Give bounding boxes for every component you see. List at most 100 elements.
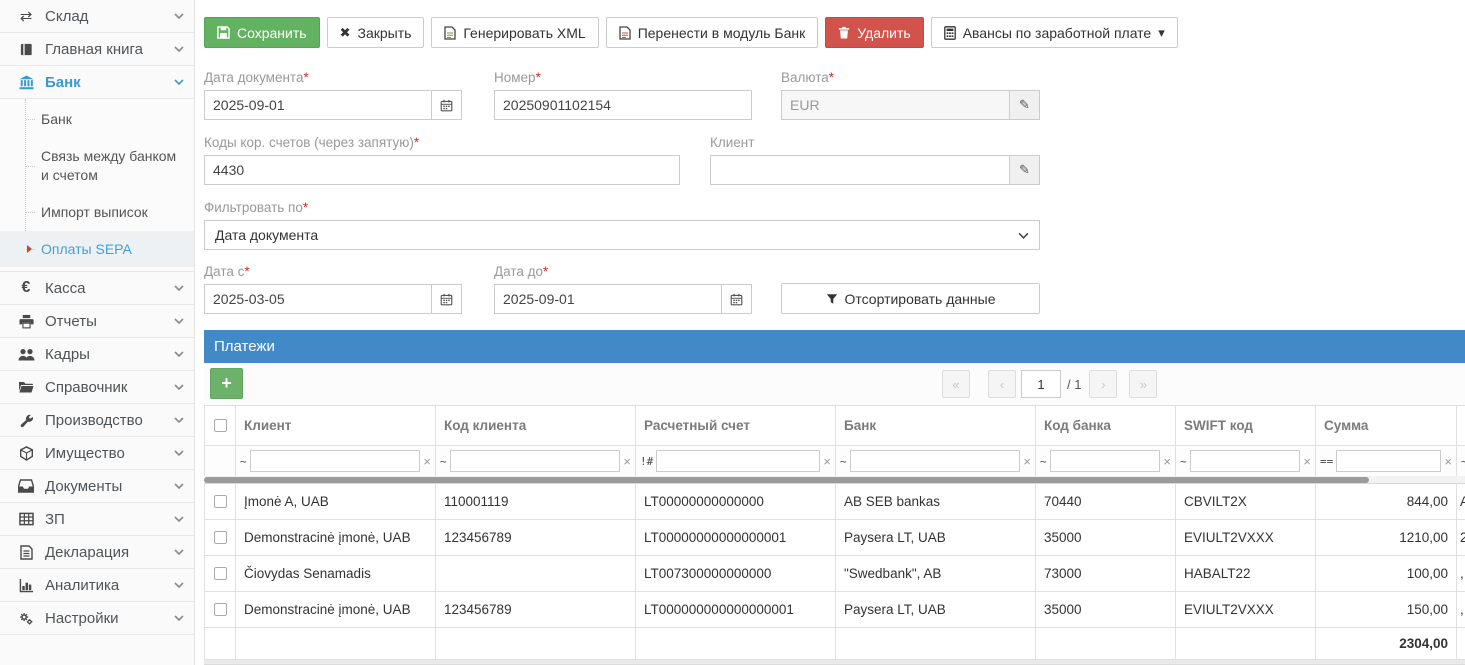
toolbar: Сохранить ✖ Закрыть Генерировать XML Пер…: [204, 17, 1178, 48]
column-header-client[interactable]: Клиент: [236, 405, 436, 446]
scrollbar-thumb[interactable]: [204, 477, 1369, 483]
submenu-item-bank[interactable]: Банк: [0, 101, 194, 138]
chevron-down-icon: [174, 415, 184, 425]
calendar-icon[interactable]: [432, 90, 462, 120]
prev-page-button[interactable]: ‹: [988, 370, 1016, 398]
number-input[interactable]: [494, 90, 752, 120]
sidebar-item-sklad[interactable]: ⇄ Склад: [0, 0, 194, 33]
close-icon: ✖: [340, 26, 351, 39]
table-row[interactable]: Įmonė A, UAB 110001119 LT00000000000000 …: [204, 484, 1465, 520]
filter-operator[interactable]: ~: [1039, 455, 1048, 468]
chevron-down-icon: [174, 382, 184, 392]
submenu-item-svyaz[interactable]: Связь между банком и счетом: [0, 138, 194, 194]
clear-filter-icon[interactable]: ×: [1162, 454, 1172, 469]
calendar-icon[interactable]: [432, 284, 462, 314]
clear-filter-icon[interactable]: ×: [622, 454, 632, 469]
add-payment-button[interactable]: +: [210, 368, 243, 399]
calendar-icon[interactable]: [722, 284, 752, 314]
wrench-icon: [13, 413, 39, 428]
filter-operator[interactable]: !#: [639, 455, 654, 468]
sidebar-item-proizvodstvo[interactable]: Производство: [0, 404, 194, 437]
advances-dropdown-button[interactable]: Авансы по заработной плате ▾: [931, 17, 1178, 48]
sidebar-item-imushchestvo[interactable]: Имущество: [0, 437, 194, 470]
filter-input-bank[interactable]: [850, 450, 1021, 472]
clear-filter-icon[interactable]: ×: [1443, 454, 1453, 469]
sidebar-item-nastroyki[interactable]: Настройки: [0, 602, 194, 635]
bank-submenu: Банк Связь между банком и счетом Импорт …: [0, 99, 194, 272]
table-row[interactable]: Čiovydas Senamadis LT007300000000000 "Sw…: [204, 556, 1465, 592]
corr-codes-input[interactable]: [204, 155, 680, 185]
sidebar-item-otchety[interactable]: Отчеты: [0, 305, 194, 338]
filter-operator[interactable]: ==: [1319, 455, 1334, 468]
filter-operator[interactable]: ~: [439, 455, 448, 468]
next-page-button[interactable]: ›: [1089, 370, 1117, 398]
clear-filter-icon[interactable]: ×: [1022, 454, 1032, 469]
select-all-checkbox[interactable]: [214, 419, 227, 432]
filter-operator[interactable]: ~: [1460, 455, 1465, 468]
first-page-button[interactable]: «: [942, 370, 970, 398]
date-to-input[interactable]: [494, 284, 722, 314]
filter-input-swift[interactable]: [1190, 450, 1301, 472]
pencil-icon[interactable]: ✎: [1010, 155, 1040, 185]
sidebar-item-zp[interactable]: ЗП: [0, 503, 194, 536]
sidebar-item-spravochnik[interactable]: Справочник: [0, 371, 194, 404]
filter-operator[interactable]: ~: [839, 455, 848, 468]
clear-filter-icon[interactable]: ×: [1302, 454, 1312, 469]
payments-table: Клиент Код клиента Расчетный счет Банк К…: [204, 405, 1465, 665]
submenu-item-import-vypisok[interactable]: Импорт выписок: [0, 194, 194, 231]
doc-date-input[interactable]: [204, 90, 432, 120]
filter-input-amount[interactable]: [1336, 450, 1441, 472]
horizontal-scrollbar[interactable]: [204, 476, 1465, 484]
doc-date-field: Дата документа*: [204, 70, 462, 120]
sort-data-button[interactable]: Отсортировать данные: [781, 283, 1040, 314]
table-row[interactable]: Demonstracinė įmonė, UAB 123456789 LT000…: [204, 592, 1465, 628]
page-number-input[interactable]: [1021, 370, 1061, 398]
file-icon: [444, 26, 456, 40]
save-button[interactable]: Сохранить: [204, 17, 320, 48]
required-asterisk: *: [543, 264, 548, 279]
cell-swift: HABALT22: [1176, 556, 1316, 592]
column-header-swift[interactable]: SWIFT код: [1176, 405, 1316, 446]
column-header-amount[interactable]: Сумма: [1316, 405, 1457, 446]
generate-xml-button[interactable]: Генерировать XML: [431, 17, 598, 48]
sidebar-item-glavnaya-kniga[interactable]: Главная книга: [0, 33, 194, 66]
cell-client-code: [436, 556, 636, 592]
cell-account: LT007300000000000: [636, 556, 836, 592]
clear-filter-icon[interactable]: ×: [422, 454, 432, 469]
filter-input-client-code[interactable]: [450, 450, 621, 472]
euro-icon: €: [13, 279, 39, 297]
row-checkbox[interactable]: [214, 567, 227, 580]
filter-input-bank-code[interactable]: [1050, 450, 1161, 472]
client-input[interactable]: [710, 155, 1010, 185]
filter-operator[interactable]: ~: [1179, 455, 1188, 468]
row-checkbox[interactable]: [214, 495, 227, 508]
sidebar-item-dokumenty[interactable]: Документы: [0, 470, 194, 503]
filter-input-client[interactable]: [250, 450, 421, 472]
chevron-down-icon: [174, 613, 184, 623]
table-row[interactable]: Demonstracinė įmonė, UAB 123456789 LT000…: [204, 520, 1465, 556]
sidebar-item-kassa[interactable]: € Касса: [0, 272, 194, 305]
filter-by-select[interactable]: Дата документа: [204, 220, 1040, 250]
sidebar-item-deklaraciya[interactable]: Декларация: [0, 536, 194, 569]
sidebar-item-bank[interactable]: Банк: [0, 66, 194, 99]
pencil-icon[interactable]: ✎: [1010, 90, 1040, 120]
column-header-client-code[interactable]: Код клиента: [436, 405, 636, 446]
filter-operator[interactable]: ~: [239, 455, 248, 468]
date-from-input[interactable]: [204, 284, 432, 314]
column-header-account[interactable]: Расчетный счет: [636, 405, 836, 446]
row-checkbox[interactable]: [214, 531, 227, 544]
sidebar-item-kadry[interactable]: Кадры: [0, 338, 194, 371]
clear-filter-icon[interactable]: ×: [822, 454, 832, 469]
transfer-to-bank-button[interactable]: Перенести в модуль Банк: [606, 17, 819, 48]
close-button[interactable]: ✖ Закрыть: [327, 17, 425, 48]
filter-input-account[interactable]: [656, 450, 820, 472]
last-page-button[interactable]: »: [1129, 370, 1157, 398]
submenu-item-oplaty-sepa[interactable]: Оплаты SEPA: [0, 231, 194, 268]
sidebar-item-analitika[interactable]: Аналитика: [0, 569, 194, 602]
delete-button[interactable]: Удалить: [825, 17, 923, 48]
close-button-label: Закрыть: [357, 25, 411, 41]
column-header-bank[interactable]: Банк: [836, 405, 1036, 446]
cell-bank: AB SEB bankas: [836, 484, 1036, 520]
column-header-bank-code[interactable]: Код банка: [1036, 405, 1176, 446]
row-checkbox[interactable]: [214, 603, 227, 616]
